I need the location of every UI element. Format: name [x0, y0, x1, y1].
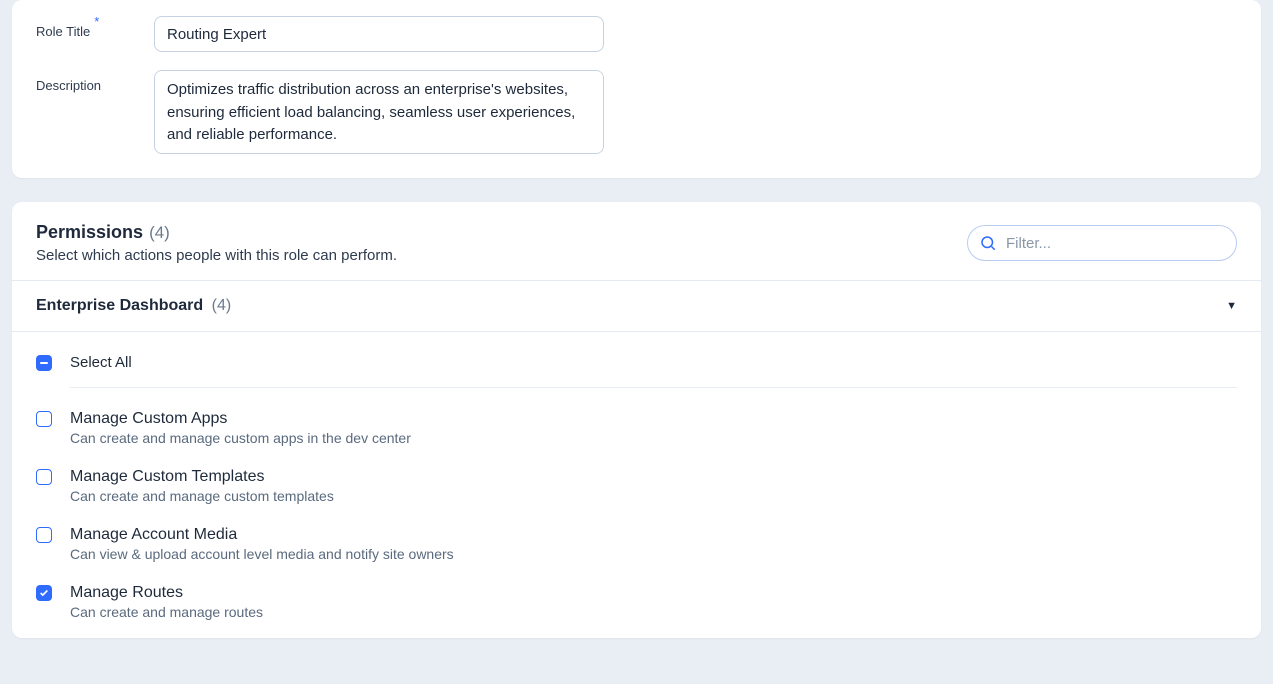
permission-checkbox[interactable]	[36, 527, 52, 543]
permission-group-title: Enterprise Dashboard	[36, 297, 203, 314]
permission-item: Manage Account Media Can view & upload a…	[36, 504, 1237, 562]
permission-title: Manage Account Media	[70, 526, 454, 544]
permissions-header: Permissions (4) Select which actions peo…	[12, 202, 1261, 280]
role-details-card: Role Title * Description	[12, 0, 1261, 178]
permission-list: Select All Manage Custom Apps Can create…	[12, 332, 1261, 638]
permissions-count: (4)	[149, 223, 170, 243]
permission-checkbox[interactable]	[36, 585, 52, 601]
permission-description: Can create and manage custom templates	[70, 488, 334, 504]
search-icon	[979, 234, 997, 252]
permission-title: Manage Custom Apps	[70, 410, 411, 428]
permissions-filter	[967, 225, 1237, 261]
role-description-label: Description	[36, 70, 154, 93]
role-description-label-text: Description	[36, 78, 101, 93]
permission-description: Can create and manage routes	[70, 604, 263, 620]
select-all-label: Select All	[70, 354, 132, 371]
role-title-label-text: Role Title	[36, 24, 90, 39]
permissions-card: Permissions (4) Select which actions peo…	[12, 202, 1261, 638]
role-title-row: Role Title *	[36, 16, 1237, 52]
permission-checkbox[interactable]	[36, 411, 52, 427]
role-title-input[interactable]	[154, 16, 604, 52]
permission-title: Manage Routes	[70, 584, 263, 602]
permissions-filter-input[interactable]	[967, 225, 1237, 261]
permission-title: Manage Custom Templates	[70, 468, 334, 486]
role-title-label: Role Title *	[36, 16, 154, 39]
permissions-header-text: Permissions (4) Select which actions peo…	[36, 222, 397, 264]
role-description-input[interactable]	[154, 70, 604, 154]
permissions-subtitle: Select which actions people with this ro…	[36, 247, 397, 264]
permission-item: Manage Custom Apps Can create and manage…	[36, 388, 1237, 446]
role-description-row: Description	[36, 70, 1237, 154]
permission-description: Can view & upload account level media an…	[70, 546, 454, 562]
permission-description: Can create and manage custom apps in the…	[70, 430, 411, 446]
required-asterisk: *	[94, 14, 99, 29]
select-all-row: Select All	[36, 350, 1237, 387]
permissions-title: Permissions	[36, 222, 143, 243]
permission-group-count: (4)	[212, 297, 232, 314]
chevron-down-icon: ▼	[1226, 300, 1237, 312]
permission-group-header[interactable]: Enterprise Dashboard (4) ▼	[12, 280, 1261, 332]
permission-item: Manage Custom Templates Can create and m…	[36, 446, 1237, 504]
permission-item: Manage Routes Can create and manage rout…	[36, 562, 1237, 620]
permission-checkbox[interactable]	[36, 469, 52, 485]
select-all-checkbox[interactable]	[36, 355, 52, 371]
